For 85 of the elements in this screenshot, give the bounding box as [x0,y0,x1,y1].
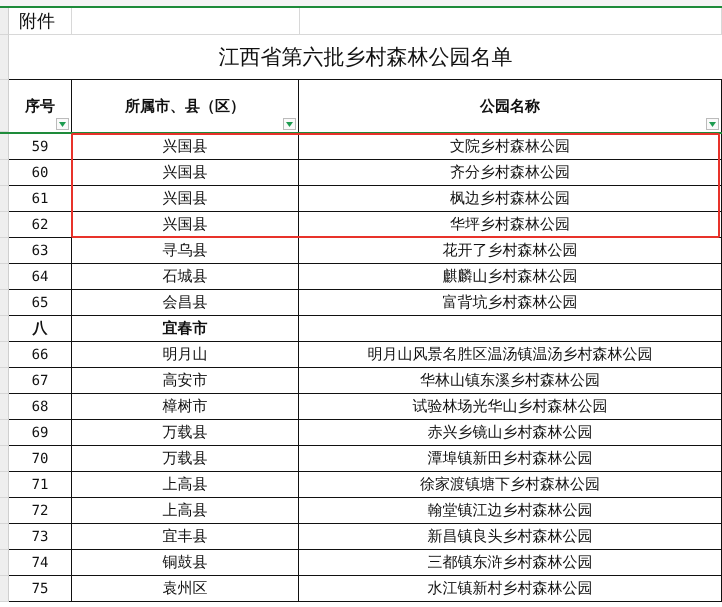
filter-dropdown-button[interactable] [706,118,719,130]
table-cell: 67 [9,368,72,394]
table-cell: 附件 [9,8,72,35]
table-cell: 66 [9,342,72,368]
caret-icon [286,122,293,126]
table-cell: 会昌县 [72,290,299,316]
caret-icon [709,122,716,126]
table-cell: 75 [9,576,72,602]
table-cell: 麒麟山乡村森林公园 [299,264,722,290]
table-cell: 华林山镇东溪乡村森林公园 [299,368,722,394]
table-cell: 74 [9,550,72,576]
table-cell: 樟树市 [72,394,299,420]
table-cell: 徐家渡镇塘下乡村森林公园 [299,472,722,498]
row-header[interactable] [0,368,9,394]
row-header[interactable] [0,394,9,420]
table-cell: 寻乌县 [72,238,299,264]
row-header[interactable] [0,290,9,316]
row-header[interactable] [0,238,9,264]
row-header[interactable] [0,80,9,132]
table-cell: 赤兴乡镜山乡村森林公园 [299,420,722,446]
table-cell: 70 [9,446,72,472]
table-cell: 兴国县 [72,160,299,186]
column-header: 序号 [9,80,72,132]
table-cell: 袁州区 [72,576,299,602]
table-cell: 试验林场光华山乡村森林公园 [299,394,722,420]
row-header[interactable] [0,316,9,342]
table-cell: 62 [9,212,72,238]
table-cell: 兴国县 [72,134,299,160]
row-header[interactable] [0,212,9,238]
table-cell: 枫边乡村森林公园 [299,186,722,212]
table-cell: 64 [9,264,72,290]
column-header: 公园名称 [299,80,722,132]
table-cell: 宜春市 [72,316,299,342]
table-cell: 齐分乡村森林公园 [299,160,722,186]
table-cell: 61 [9,186,72,212]
table-cell: 71 [9,472,72,498]
table-cell: 高安市 [72,368,299,394]
table-cell: 兴国县 [72,212,299,238]
row-header[interactable] [0,160,9,186]
row-header[interactable] [0,264,9,290]
table-cell: 华坪乡村森林公园 [299,212,722,238]
row-header[interactable] [0,446,9,472]
row-header[interactable] [0,550,9,576]
row-header[interactable] [0,498,9,524]
table-cell: 72 [9,498,72,524]
sheet-title: 江西省第六批乡村森林公园名单 [9,35,722,80]
table-cell: 万载县 [72,446,299,472]
table-cell: 石城县 [72,264,299,290]
table-cell: 宜丰县 [72,524,299,550]
table-cell: 上高县 [72,498,299,524]
table-cell: 三都镇东浒乡村森林公园 [299,550,722,576]
column-header: 所属市、县（区） [72,80,299,132]
table-cell: 上高县 [72,472,299,498]
table-cell: 花开了乡村森林公园 [299,238,722,264]
row-header[interactable] [0,8,9,35]
table-cell: 文院乡村森林公园 [299,134,722,160]
table-cell: 明月山风景名胜区温汤镇温汤乡村森林公园 [299,342,722,368]
table-cell: 万载县 [72,420,299,446]
row-header[interactable] [0,420,9,446]
table-cell: 68 [9,394,72,420]
row-header[interactable] [0,342,9,368]
row-header[interactable] [0,524,9,550]
filter-dropdown-button[interactable] [283,118,296,130]
row-header[interactable] [0,576,9,602]
table-cell: 59 [9,134,72,160]
table-cell: 潭埠镇新田乡村森林公园 [299,446,722,472]
table-cell: 八 [9,316,72,342]
table-cell: 69 [9,420,72,446]
table-cell: 翰堂镇江边乡村森林公园 [299,498,722,524]
table-cell: 水江镇新村乡村森林公园 [299,576,722,602]
filter-dropdown-button[interactable] [56,118,69,130]
row-header[interactable] [0,35,9,80]
row-header[interactable] [0,186,9,212]
table-cell: 60 [9,160,72,186]
table-cell: 73 [9,524,72,550]
table-cell: 铜鼓县 [72,550,299,576]
row-header[interactable] [0,472,9,498]
table-cell: 63 [9,238,72,264]
caret-icon [59,122,66,126]
table-cell: 富背坑乡村森林公园 [299,290,722,316]
table-cell: 65 [9,290,72,316]
table-cell: 明月山 [72,342,299,368]
table-cell: 新昌镇良头乡村森林公园 [299,524,722,550]
row-header[interactable] [0,134,9,160]
table-cell: 兴国县 [72,186,299,212]
